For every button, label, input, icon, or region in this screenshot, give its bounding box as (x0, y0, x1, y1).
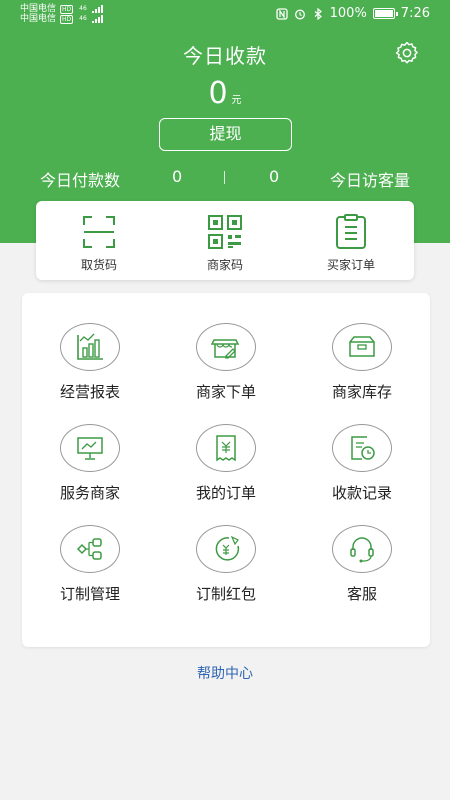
shop-order-icon (211, 339, 240, 359)
icon-circle (332, 525, 392, 573)
pickup-code-label: 取货码 (80, 258, 117, 272)
red-packet-icon (215, 535, 240, 561)
icon-circle (196, 525, 256, 573)
buyer-orders-label: 买家订单 (326, 258, 375, 272)
carrier-row-2: 中国电信 HD 46 (20, 14, 103, 24)
quick-actions-card: 取货码 商家码 买家订单 (36, 201, 414, 280)
stats-row: 今日付款数 0 0 今日访客量 (0, 167, 450, 190)
buyer-orders-button[interactable]: 买家订单 (288, 201, 414, 280)
status-icons: 100% 7:26 (275, 6, 430, 21)
payment-record-icon (351, 436, 375, 460)
amount-unit: 元 (231, 95, 242, 106)
custom-management-label: 订制管理 (59, 585, 120, 603)
paid-count-value: 0 (172, 167, 183, 186)
carrier-info: 中国电信 HD 46 中国电信 HD 46 (20, 4, 103, 24)
icon-circle (332, 323, 392, 371)
visitor-count-value: 0 (269, 167, 280, 186)
withdraw-button[interactable]: 提现 (159, 118, 292, 151)
nfc-icon (275, 7, 288, 20)
battery-icon (372, 8, 398, 19)
help-center-link[interactable]: 帮助中心 (0, 663, 450, 683)
payment-records-button[interactable]: 收款记录 (294, 424, 430, 503)
today-amount: 0 元 (0, 76, 450, 111)
paid-count-label: 今日付款数 (40, 171, 121, 190)
custom-red-packet-button[interactable]: 订制红包 (158, 525, 294, 604)
my-orders-button[interactable]: 我的订单 (158, 424, 294, 503)
service-merchant-button[interactable]: 服务商家 (22, 424, 158, 503)
customer-service-label: 客服 (346, 585, 377, 603)
custom-management-button[interactable]: 订制管理 (22, 525, 158, 604)
gear-icon[interactable] (394, 40, 420, 66)
carrier-row-1: 中国电信 HD 46 (20, 4, 103, 14)
presentation-board-icon (77, 437, 103, 460)
function-grid-card: 经营报表 商家下单 商家库存 服务商家 我的订单 收款记录 订制管理 订制红包 … (22, 293, 430, 647)
icon-circle (196, 424, 256, 472)
customer-service-button[interactable]: 客服 (294, 525, 430, 604)
icon-circle (332, 424, 392, 472)
pickup-code-button[interactable]: 取货码 (36, 201, 162, 280)
amount-value: 0 (208, 76, 228, 111)
icon-circle (60, 323, 120, 371)
flow-diagram-icon (76, 538, 102, 560)
icon-circle (60, 424, 120, 472)
network-label: 46 (79, 15, 87, 22)
my-orders-label: 我的订单 (195, 484, 256, 502)
signal-icon (91, 15, 103, 23)
inventory-box-icon (349, 336, 375, 357)
clock: 7:26 (400, 6, 430, 21)
signal-icon (91, 5, 103, 13)
carrier-name: 中国电信 (20, 4, 57, 14)
hd-badge: HD (60, 4, 74, 14)
carrier-name: 中国电信 (20, 14, 57, 24)
icon-circle (196, 323, 256, 371)
service-merchant-label: 服务商家 (59, 484, 120, 502)
hd-badge: HD (60, 14, 74, 24)
business-report-button[interactable]: 经营报表 (22, 323, 158, 402)
custom-red-packet-label: 订制红包 (195, 585, 256, 603)
scan-frame-icon (83, 216, 115, 248)
page-title: 今日收款 (183, 44, 267, 68)
bluetooth-icon (314, 7, 322, 20)
merchant-code-button[interactable]: 商家码 (162, 201, 288, 280)
battery-percent: 100% (329, 6, 367, 21)
status-bar: 中国电信 HD 46 中国电信 HD 46 100% 7:26 (0, 0, 450, 28)
receipt-icon (216, 435, 236, 462)
function-grid: 经营报表 商家下单 商家库存 服务商家 我的订单 收款记录 订制管理 订制红包 … (22, 323, 430, 604)
merchant-inventory-button[interactable]: 商家库存 (294, 323, 430, 402)
qr-code-icon (208, 215, 242, 249)
bar-chart-icon (77, 333, 103, 360)
icon-circle (60, 525, 120, 573)
alarm-icon (294, 9, 305, 19)
headset-icon (350, 537, 374, 563)
merchant-order-button[interactable]: 商家下单 (158, 323, 294, 402)
merchant-code-label: 商家码 (206, 258, 243, 272)
network-label: 46 (79, 5, 87, 12)
merchant-inventory-label: 商家库存 (331, 383, 392, 401)
stats-divider (224, 171, 225, 184)
payment-records-label: 收款记录 (331, 484, 392, 502)
business-report-label: 经营报表 (59, 383, 120, 401)
order-list-icon (336, 214, 366, 249)
merchant-order-label: 商家下单 (195, 383, 256, 401)
visitor-count-label: 今日访客量 (329, 171, 410, 190)
